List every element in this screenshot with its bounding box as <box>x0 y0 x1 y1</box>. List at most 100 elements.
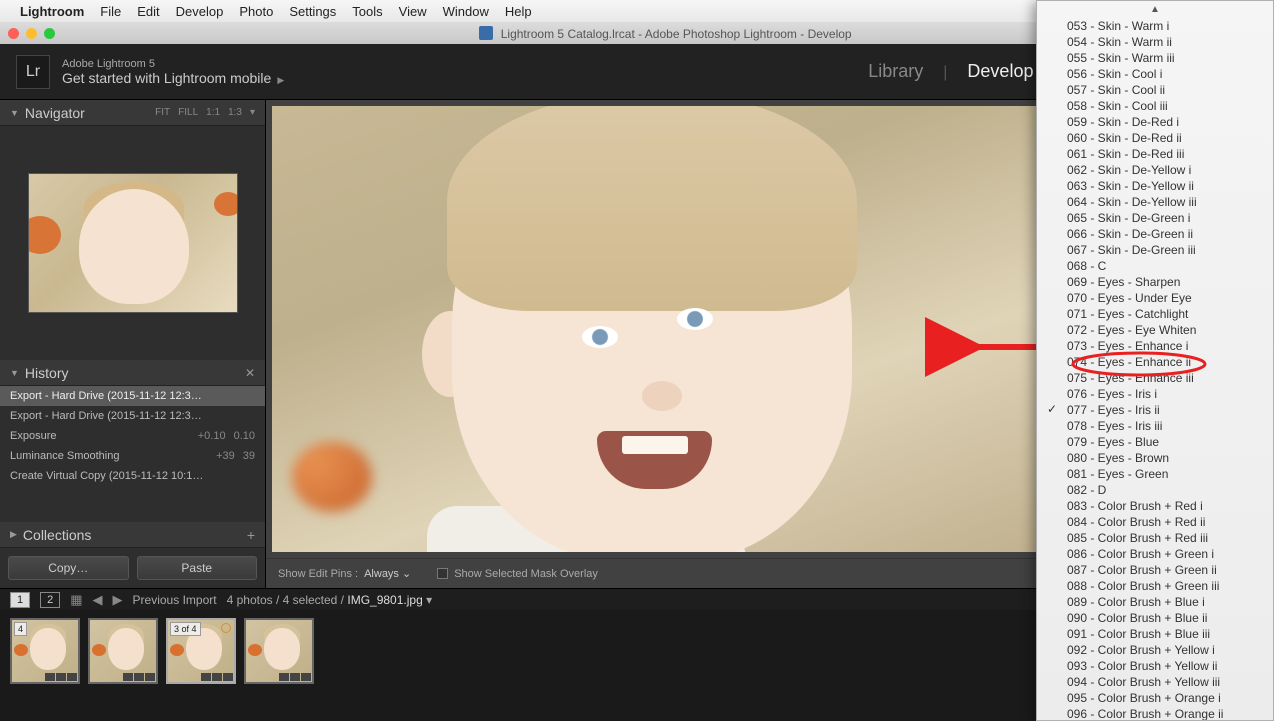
count-label: 4 photos / 4 selected / <box>227 593 344 607</box>
preset-item[interactable]: 059 - Skin - De-Red i <box>1037 114 1273 130</box>
traffic-lights <box>8 28 55 39</box>
preset-item[interactable]: 066 - Skin - De-Green ii <box>1037 226 1273 242</box>
history-row[interactable]: Create Virtual Copy (2015-11-12 10:1… <box>0 466 265 486</box>
preset-item[interactable]: 091 - Color Brush + Blue iii <box>1037 626 1273 642</box>
preset-item[interactable]: 073 - Eyes - Enhance i <box>1037 338 1273 354</box>
module-develop[interactable]: Develop <box>967 61 1033 82</box>
preset-item[interactable]: 057 - Skin - Cool ii <box>1037 82 1273 98</box>
nav-fill[interactable]: FILL <box>178 107 198 118</box>
filmstrip-thumbnail[interactable] <box>244 618 314 684</box>
next-photo-icon[interactable]: ▶ <box>113 592 123 608</box>
menu-view[interactable]: View <box>399 4 427 19</box>
preset-item[interactable]: 078 - Eyes - Iris iii <box>1037 418 1273 434</box>
preset-item[interactable]: 094 - Color Brush + Yellow iii <box>1037 674 1273 690</box>
preset-item[interactable]: 061 - Skin - De-Red iii <box>1037 146 1273 162</box>
disclosure-triangle-icon[interactable]: ▶ <box>10 529 17 540</box>
preset-item[interactable]: 067 - Skin - De-Green iii <box>1037 242 1273 258</box>
preset-item[interactable]: 069 - Eyes - Sharpen <box>1037 274 1273 290</box>
preset-item[interactable]: 072 - Eyes - Eye Whiten <box>1037 322 1273 338</box>
preset-item[interactable]: 095 - Color Brush + Orange i <box>1037 690 1273 706</box>
preset-item[interactable]: 076 - Eyes - Iris i <box>1037 386 1273 402</box>
preset-item[interactable]: 082 - D <box>1037 482 1273 498</box>
disclosure-triangle-icon[interactable]: ▼ <box>10 108 19 118</box>
grid-icon[interactable]: ▦ <box>70 592 82 608</box>
copy-button[interactable]: Copy… <box>8 556 129 580</box>
menu-photo[interactable]: Photo <box>239 4 273 19</box>
prev-photo-icon[interactable]: ◀ <box>93 592 103 608</box>
paste-button[interactable]: Paste <box>137 556 258 580</box>
preset-item[interactable]: 060 - Skin - De-Red ii <box>1037 130 1273 146</box>
navigator-thumbnail[interactable] <box>28 173 238 313</box>
preset-item[interactable]: 068 - C <box>1037 258 1273 274</box>
preset-item[interactable]: 092 - Color Brush + Yellow i <box>1037 642 1273 658</box>
preset-item[interactable]: ✓077 - Eyes - Iris ii <box>1037 402 1273 418</box>
history-row[interactable]: Export - Hard Drive (2015-11-12 12:3… <box>0 406 265 426</box>
history-row[interactable]: Luminance Smoothing+3939 <box>0 446 265 466</box>
preset-item[interactable]: 083 - Color Brush + Red i <box>1037 498 1273 514</box>
menu-edit[interactable]: Edit <box>137 4 159 19</box>
zoom-button[interactable] <box>44 28 55 39</box>
filmstrip-thumbnail[interactable] <box>88 618 158 684</box>
chevron-down-icon[interactable]: ▾ <box>426 593 432 607</box>
menu-help[interactable]: Help <box>505 4 532 19</box>
minimize-button[interactable] <box>26 28 37 39</box>
filmstrip-thumbnail[interactable]: 3 of 4 <box>166 618 236 684</box>
preset-item[interactable]: 058 - Skin - Cool iii <box>1037 98 1273 114</box>
preset-item[interactable]: 096 - Color Brush + Orange ii <box>1037 706 1273 721</box>
nav-1to3[interactable]: 1:3 <box>228 107 242 118</box>
pins-dropdown[interactable]: Always ⌄ <box>364 567 411 580</box>
close-button[interactable] <box>8 28 19 39</box>
history-row[interactable]: Export - Hard Drive (2015-11-12 12:3… <box>0 386 265 406</box>
chevron-updown-icon: ⌄ <box>402 568 411 580</box>
preset-item[interactable]: 079 - Eyes - Blue <box>1037 434 1273 450</box>
preset-item[interactable]: 063 - Skin - De-Yellow ii <box>1037 178 1273 194</box>
menu-window[interactable]: Window <box>443 4 489 19</box>
add-collection-icon[interactable]: + <box>247 527 255 543</box>
catalog-icon <box>479 26 493 40</box>
navigator-body[interactable] <box>0 126 265 360</box>
preset-item[interactable]: 071 - Eyes - Catchlight <box>1037 306 1273 322</box>
preset-item[interactable]: 053 - Skin - Warm i <box>1037 18 1273 34</box>
scroll-up-icon[interactable]: ▲ <box>1037 1 1273 18</box>
menu-develop[interactable]: Develop <box>176 4 224 19</box>
nav-1to1[interactable]: 1:1 <box>206 107 220 118</box>
preset-item[interactable]: 088 - Color Brush + Green iii <box>1037 578 1273 594</box>
collections-header[interactable]: ▶ Collections + <box>0 522 265 548</box>
menu-app[interactable]: Lightroom <box>20 4 84 19</box>
preset-item[interactable]: 085 - Color Brush + Red iii <box>1037 530 1273 546</box>
menu-file[interactable]: File <box>100 4 121 19</box>
preset-item[interactable]: 054 - Skin - Warm ii <box>1037 34 1273 50</box>
preset-item[interactable]: 089 - Color Brush + Blue i <box>1037 594 1273 610</box>
preset-item[interactable]: 084 - Color Brush + Red ii <box>1037 514 1273 530</box>
source-label[interactable]: Previous Import <box>133 593 217 607</box>
mask-overlay-checkbox[interactable] <box>437 568 448 579</box>
history-row[interactable]: Exposure+0.100.10 <box>0 426 265 446</box>
chevron-down-icon[interactable]: ▾ <box>250 107 255 118</box>
history-header[interactable]: ▼ History ✕ <box>0 360 265 386</box>
navigator-header[interactable]: ▼ Navigator FIT FILL 1:1 1:3 ▾ <box>0 100 265 126</box>
preset-item[interactable]: 070 - Eyes - Under Eye <box>1037 290 1273 306</box>
menu-settings[interactable]: Settings <box>289 4 336 19</box>
history-clear-icon[interactable]: ✕ <box>245 366 255 380</box>
identity-plate[interactable]: Adobe Lightroom 5 Get started with Light… <box>62 58 284 86</box>
preset-item[interactable]: 056 - Skin - Cool i <box>1037 66 1273 82</box>
menu-tools[interactable]: Tools <box>352 4 382 19</box>
filmstrip-thumbnail[interactable]: 4 <box>10 618 80 684</box>
preset-item[interactable]: 075 - Eyes - Enhance iii <box>1037 370 1273 386</box>
disclosure-triangle-icon[interactable]: ▼ <box>10 368 19 378</box>
preset-item[interactable]: 065 - Skin - De-Green i <box>1037 210 1273 226</box>
preset-item[interactable]: 086 - Color Brush + Green i <box>1037 546 1273 562</box>
preset-item[interactable]: 055 - Skin - Warm iii <box>1037 50 1273 66</box>
preset-item[interactable]: 087 - Color Brush + Green ii <box>1037 562 1273 578</box>
nav-fit[interactable]: FIT <box>155 107 170 118</box>
preset-item[interactable]: 074 - Eyes - Enhance ii <box>1037 354 1273 370</box>
screen-1[interactable]: 1 <box>10 592 30 608</box>
screen-2[interactable]: 2 <box>40 592 60 608</box>
preset-item[interactable]: 064 - Skin - De-Yellow iii <box>1037 194 1273 210</box>
preset-item[interactable]: 090 - Color Brush + Blue ii <box>1037 610 1273 626</box>
preset-item[interactable]: 080 - Eyes - Brown <box>1037 450 1273 466</box>
preset-item[interactable]: 081 - Eyes - Green <box>1037 466 1273 482</box>
module-library[interactable]: Library <box>868 61 923 82</box>
preset-item[interactable]: 062 - Skin - De-Yellow i <box>1037 162 1273 178</box>
preset-item[interactable]: 093 - Color Brush + Yellow ii <box>1037 658 1273 674</box>
